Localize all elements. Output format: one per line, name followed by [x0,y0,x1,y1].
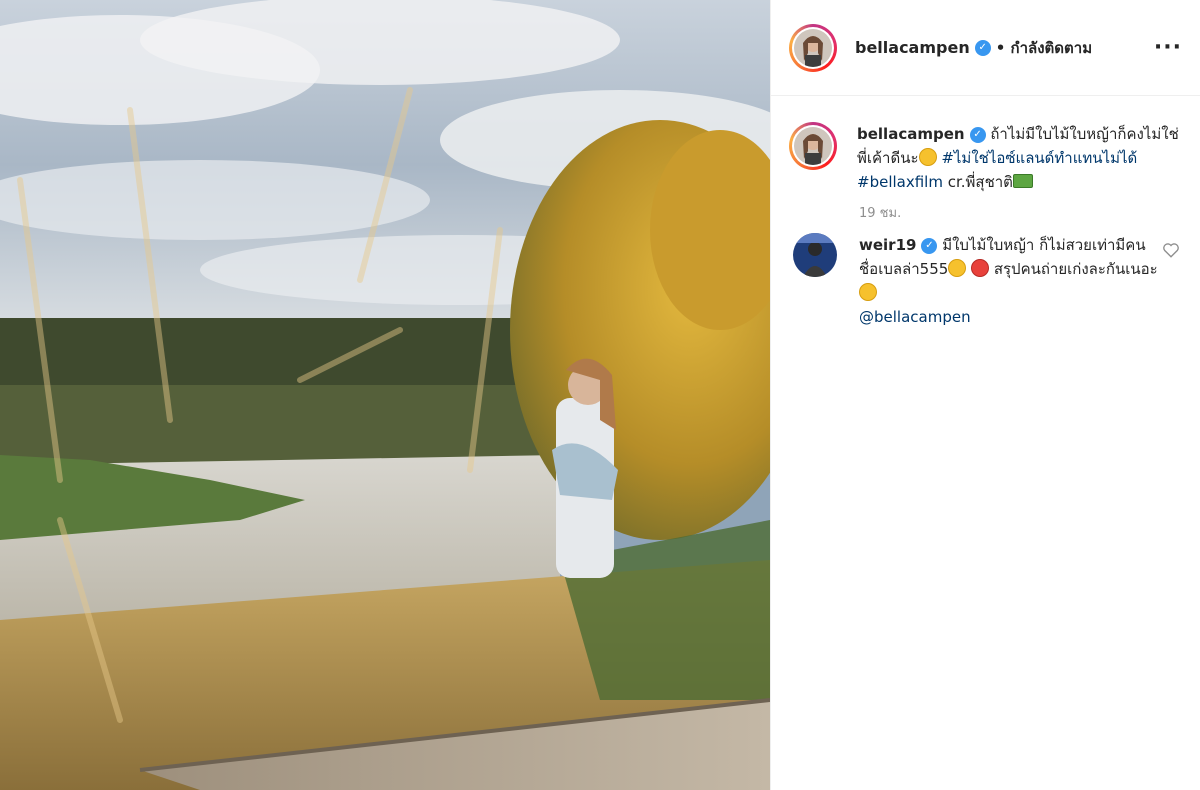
post-image [0,0,770,790]
verified-badge-icon: ✓ [974,39,991,56]
commenter-verified-badge-icon: ✓ [921,237,938,254]
follow-status[interactable]: • กำลังติดตาม [996,36,1092,60]
post-header: bellacampen ✓ • กำลังติดตาม ··· [771,0,1200,96]
post-caption: bellacampen ✓ ถ้าไม่มีใบไม้ใบหญ้าก็คงไม่ใ… [771,96,1200,194]
author-avatar[interactable] [789,23,837,72]
comment-body-2: สรุปคนถ่ายเก่งละกันเนอะ [989,260,1158,278]
commenter-avatar[interactable] [793,233,837,277]
caption-author-avatar[interactable] [789,122,837,170]
mention-link[interactable]: @bellacampen [859,308,971,326]
commenter-username[interactable]: weir19 [859,236,916,254]
comment-text: weir19 ✓ มีใบไม้ใบหญ้า ก็ไม่สวยเท่ามีคนชื… [859,233,1159,329]
caption-avatar-image [794,127,832,165]
heart-outline-icon[interactable] [1162,241,1180,259]
smiling-face-emoji-icon [948,259,967,277]
caption-author-username[interactable]: bellacampen [857,125,965,143]
caption-text: bellacampen ✓ ถ้าไม่มีใบไม้ใบหญ้าก็คงไม่ใ… [857,122,1182,194]
instagram-post-window: bellacampen ✓ • กำลังติดตาม ··· bellacam… [0,0,1200,790]
yum-face-emoji-icon [918,148,937,166]
thinking-face-emoji-icon [859,283,877,301]
caption-timestamp[interactable]: 19 ชม. [859,202,1200,223]
caption-body-2: cr.พี่สุชาติ [942,173,1013,191]
post-photo[interactable] [0,0,770,790]
comment-item: weir19 ✓ มีใบไม้ใบหญ้า ก็ไม่สวยเท่ามีคนชื… [771,223,1200,329]
tongue-face-emoji-icon [971,259,990,277]
caption-verified-badge-icon: ✓ [969,126,986,143]
author-username[interactable]: bellacampen [855,38,970,57]
money-with-wings-emoji-icon [1012,174,1033,188]
avatar-image [794,28,832,67]
hashtag-link-1[interactable]: #ไม่ใช่ไอซ์แลนด์ทำแทนไม่ได้ [941,149,1137,167]
more-options-icon[interactable]: ··· [1154,35,1182,60]
hashtag-link-2[interactable]: #bellaxfilm [857,173,943,191]
post-side-panel: bellacampen ✓ • กำลังติดตาม ··· bellacam… [770,0,1200,790]
commenter-avatar-image [793,233,837,277]
